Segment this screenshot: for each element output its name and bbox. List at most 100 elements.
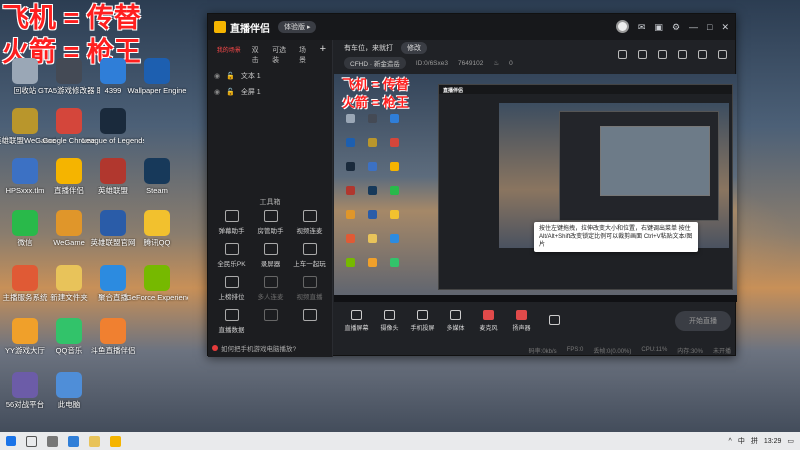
taskbar: ^ 中 拼 13:29 ▭ [0, 432, 800, 450]
status-live-state: 未开播 [712, 348, 731, 355]
minimize-icon[interactable]: — [689, 21, 698, 33]
message-icon[interactable]: ✉ [638, 21, 646, 33]
preview-app-icon [390, 186, 399, 195]
app-icon [56, 58, 82, 84]
tool-item[interactable] [251, 309, 290, 334]
tool-item[interactable]: 上榜排位 [212, 276, 251, 301]
live-companion-taskbar-icon[interactable] [110, 435, 121, 447]
eye-icon[interactable]: ◉ [214, 88, 220, 96]
tool-item[interactable]: 上车一起玩 [290, 243, 329, 268]
ime-indicator[interactable]: 中 [738, 436, 745, 446]
eye-icon[interactable]: ◉ [214, 72, 220, 80]
share-icon[interactable] [718, 50, 727, 59]
record-icon[interactable] [658, 50, 667, 59]
tool-item[interactable]: 视频直播 [290, 276, 329, 301]
qqmusic-icon [56, 318, 82, 344]
preview-app-icon [346, 186, 355, 195]
tab-optional[interactable]: 可选装 [272, 45, 291, 65]
speaker-button[interactable]: 扬声器 [505, 310, 538, 332]
avatar[interactable] [615, 20, 629, 33]
preview-taskbar [334, 295, 737, 302]
search-icon[interactable] [26, 435, 37, 447]
lock-icon[interactable]: 🔓 [226, 88, 235, 96]
settings-icon[interactable]: ⚙ [672, 21, 680, 33]
preview-app-icon [368, 162, 377, 171]
preview-app-icon [368, 186, 377, 195]
task-view-icon[interactable] [47, 435, 58, 447]
tool-item[interactable]: 视频连麦 [290, 210, 329, 235]
maximize-icon[interactable]: □ [707, 21, 712, 33]
help-notice[interactable]: 如何把手机游戏电脑播放? [212, 343, 296, 353]
tool-item[interactable]: 多人连麦 [251, 276, 290, 301]
preview-app-icon [346, 234, 355, 243]
edit-title-button[interactable]: 修改 [401, 42, 427, 54]
scene-item[interactable]: ◉ 🔓 文本 1 [208, 68, 332, 84]
lock-icon[interactable]: 🔓 [226, 72, 235, 80]
preview-app-icon [346, 138, 355, 147]
steam-icon [144, 158, 170, 184]
nvidia-icon [144, 265, 170, 291]
start-icon[interactable] [6, 436, 16, 446]
microphone-icon [483, 310, 494, 320]
category-chip[interactable]: CFHD · 新金造岳 [344, 57, 406, 69]
tool-item[interactable]: 弹幕助手 [212, 210, 251, 235]
tool-item[interactable]: 录屏器 [251, 243, 290, 268]
tab-scene[interactable]: 场景 [299, 45, 312, 65]
tool-icon [224, 210, 239, 222]
tool-icon [263, 276, 278, 288]
tool-item[interactable] [290, 309, 329, 334]
close-icon[interactable]: ✕ [721, 21, 729, 33]
ime-mode[interactable]: 拼 [751, 436, 758, 446]
skin-icon[interactable]: ▣ [654, 21, 663, 33]
add-scene-icon[interactable]: + [320, 44, 326, 65]
stream-preview[interactable]: 飞机 = 传替 火箭 = 枪王 直播伴侣 按住左键拖拽，拉伸改变大小和位置，右键… [334, 74, 737, 302]
scene-tabs: 我的场景 双击 可选装 场景 + [208, 40, 332, 68]
tool-item[interactable]: 房管助手 [251, 210, 290, 235]
toolbox-title: 工具箱 [259, 199, 281, 206]
tray-expand-icon[interactable]: ^ [729, 438, 732, 445]
desktop-icon[interactable]: 此电脑 [38, 372, 100, 409]
lock-layout-icon[interactable] [638, 50, 647, 59]
scene-label: 文本 1 [240, 73, 261, 80]
camera-button[interactable]: 摄像头 [373, 310, 406, 332]
clock[interactable]: 13:29 [764, 438, 782, 445]
desktop-icon[interactable]: GeForce Experience [126, 265, 188, 302]
tool-item[interactable]: 直播数据 [212, 309, 251, 334]
bell-icon[interactable] [698, 50, 707, 59]
phone-cast-button[interactable]: 手机投屏 [406, 310, 439, 332]
action-bar: 直播屏幕 摄像头 手机投屏 多媒体 麦克风 扬声器 开始直播 [334, 306, 737, 336]
tab-double-click[interactable]: 双击 [252, 45, 265, 65]
notification-icon[interactable]: ▭ [787, 437, 794, 445]
tool-icon [224, 243, 239, 255]
edge-icon[interactable] [68, 435, 79, 447]
layout-icon[interactable] [618, 50, 627, 59]
tab-my-scene[interactable]: 我的场景 [214, 45, 244, 65]
screen-capture-button[interactable]: 直播屏幕 [340, 310, 373, 332]
phone-icon [417, 310, 428, 320]
tool-icon [302, 276, 317, 288]
folder-icon [56, 265, 82, 291]
right-panel: 有车位，来就打 修改 CFHD · 新金造岳 ID:0/6Sxe3 764910… [334, 40, 737, 357]
preview-app-icon [368, 234, 377, 243]
preview-tooltip: 按住左键拖拽，拉伸改变大小和位置，右键调出菜单 按住Alt/Alt+Shift改… [534, 222, 698, 252]
version-badge[interactable]: 体验版 ▸ [278, 21, 317, 33]
desktop-icon[interactable]: 腾讯QQ [126, 210, 188, 247]
scene-item[interactable]: ◉ 🔓 全屏 1 [208, 84, 332, 100]
start-live-button[interactable]: 开始直播 [675, 311, 731, 331]
wechat-icon [12, 210, 38, 236]
live-companion-window: 直播伴侣 体验版 ▸ ✉ ▣ ⚙ — □ ✕ 我的场景 双击 可选装 场景 + … [207, 13, 737, 357]
video-icon[interactable] [538, 314, 571, 328]
desktop-icon[interactable]: Steam [126, 158, 188, 195]
desktop-icon[interactable]: League of Legends [82, 108, 144, 145]
tool-item[interactable]: 全民乐PK [212, 243, 251, 268]
overlay-line-1: 飞机 = 传替 [2, 3, 141, 33]
media-button[interactable]: 多媒体 [439, 310, 472, 332]
desktop-icon[interactable]: 斗鱼直播伴侣 [82, 318, 144, 355]
explorer-icon[interactable] [89, 435, 100, 447]
desktop-icon[interactable]: Wallpaper Engine [126, 58, 188, 95]
desktop-icon-label: Wallpaper Engine [127, 86, 187, 95]
save-icon[interactable] [678, 50, 687, 59]
notice-text: 如何把手机游戏电脑播放? [221, 346, 297, 353]
nested-preview: 直播伴侣 [438, 84, 733, 290]
microphone-button[interactable]: 麦克风 [472, 310, 505, 332]
